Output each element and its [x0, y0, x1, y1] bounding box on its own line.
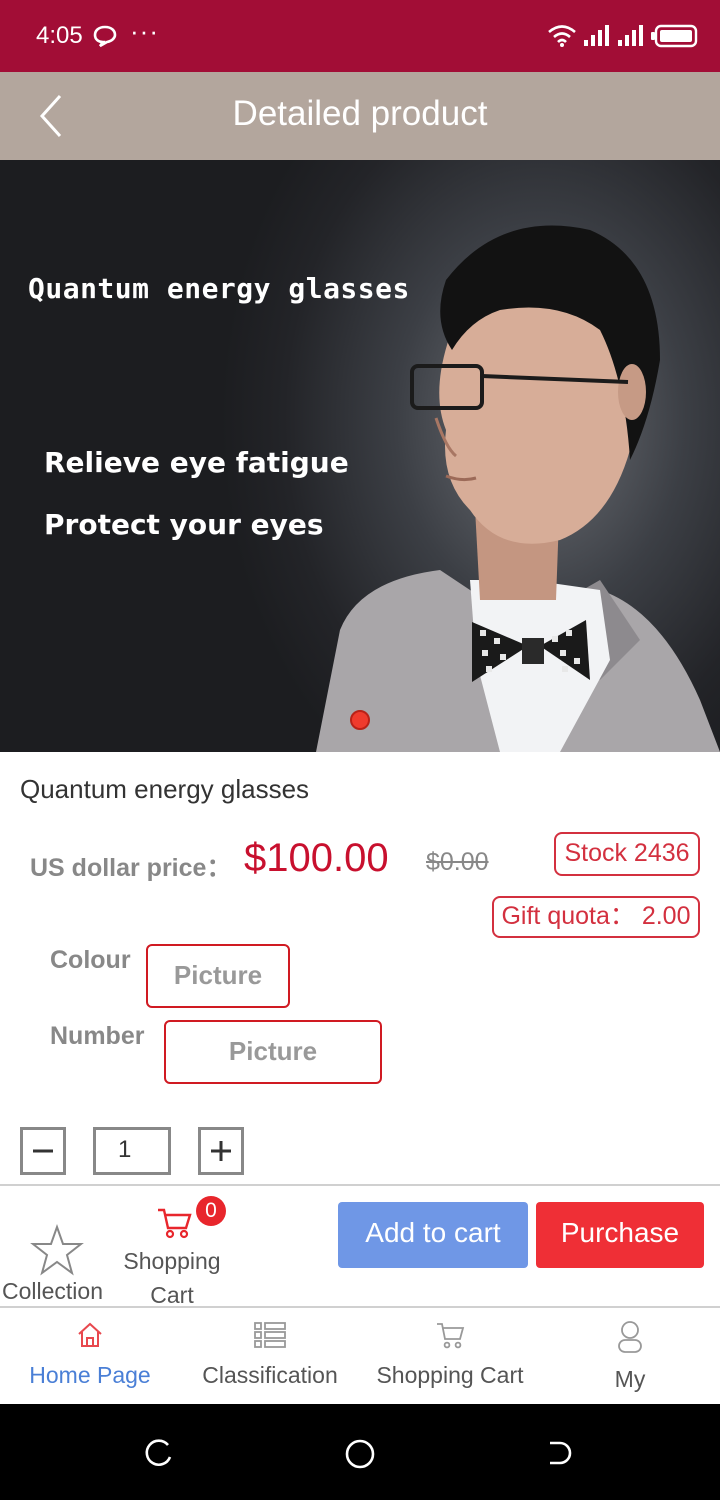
shopping-cart-label[interactable]: Shopping Cart [112, 1244, 232, 1312]
tab-home-page[interactable]: Home Page [10, 1320, 170, 1389]
cart-count-badge: 0 [196, 1196, 226, 1226]
divider [0, 1306, 720, 1308]
recent-apps-icon[interactable] [144, 1437, 176, 1469]
back-nav-icon[interactable] [544, 1437, 576, 1469]
plus-icon [211, 1141, 231, 1161]
decrease-quantity-button[interactable] [20, 1127, 66, 1175]
tab-classification[interactable]: Classification [190, 1320, 350, 1389]
product-name: Quantum energy glasses [20, 774, 310, 804]
home-icon [78, 1322, 102, 1347]
shopping-cart-icon[interactable] [156, 1206, 192, 1240]
cart-icon [437, 1323, 465, 1349]
divider [0, 1184, 720, 1186]
stock-badge: Stock 2436 [554, 832, 700, 876]
top-header: Detailed product [0, 72, 720, 160]
purchase-button[interactable]: Purchase [536, 1202, 704, 1268]
page-title: Detailed product [232, 94, 488, 133]
cell-signal-icon [584, 25, 609, 46]
home-circle-icon[interactable] [343, 1437, 377, 1471]
banner-headline: Quantum energy glasses [28, 272, 410, 305]
person-icon [618, 1321, 642, 1353]
tab-my[interactable]: My [550, 1320, 710, 1393]
price-value: $100.00 [244, 836, 389, 880]
original-price: $0.00 [426, 848, 489, 876]
carousel-indicator-dot[interactable] [350, 710, 370, 730]
banner-line-2: Protect your eyes [44, 508, 324, 541]
colour-label: Colour [50, 946, 131, 974]
status-time: 4:05 [36, 22, 83, 49]
battery-icon [651, 24, 698, 48]
status-bar: 4:05 ··· [0, 0, 720, 72]
tab-label: My [614, 1366, 646, 1392]
number-option-button[interactable]: Picture [164, 1020, 382, 1084]
gift-quota-badge: Gift quota： 2.00 [492, 896, 700, 938]
banner-line-1: Relieve eye fatigue [44, 446, 349, 479]
list-icon [254, 1322, 286, 1348]
quantity-input[interactable]: 1 [93, 1127, 171, 1175]
product-image-carousel[interactable]: Quantum energy glasses Relieve eye fatig… [0, 160, 720, 752]
colour-option-button[interactable]: Picture [146, 944, 290, 1008]
minus-icon [33, 1149, 53, 1153]
cell-signal-2-icon [618, 25, 643, 46]
tab-label: Classification [202, 1362, 338, 1388]
chat-bubble-icon [93, 25, 117, 48]
tab-shopping-cart[interactable]: Shopping Cart [370, 1320, 530, 1389]
tab-label: Shopping Cart [376, 1362, 524, 1388]
increase-quantity-button[interactable] [198, 1127, 244, 1175]
collection-label[interactable]: Collection [2, 1278, 103, 1305]
tab-label: Home Page [29, 1362, 151, 1388]
star-icon[interactable] [30, 1224, 84, 1276]
price-label: US dollar price： [30, 854, 232, 882]
back-arrow-icon[interactable] [34, 92, 68, 140]
wifi-icon [548, 25, 576, 47]
number-label: Number [50, 1022, 145, 1050]
system-navigation-bar [0, 1404, 720, 1500]
add-to-cart-button[interactable]: Add to cart [338, 1202, 528, 1268]
more-notifications-icon: ··· [130, 16, 159, 46]
